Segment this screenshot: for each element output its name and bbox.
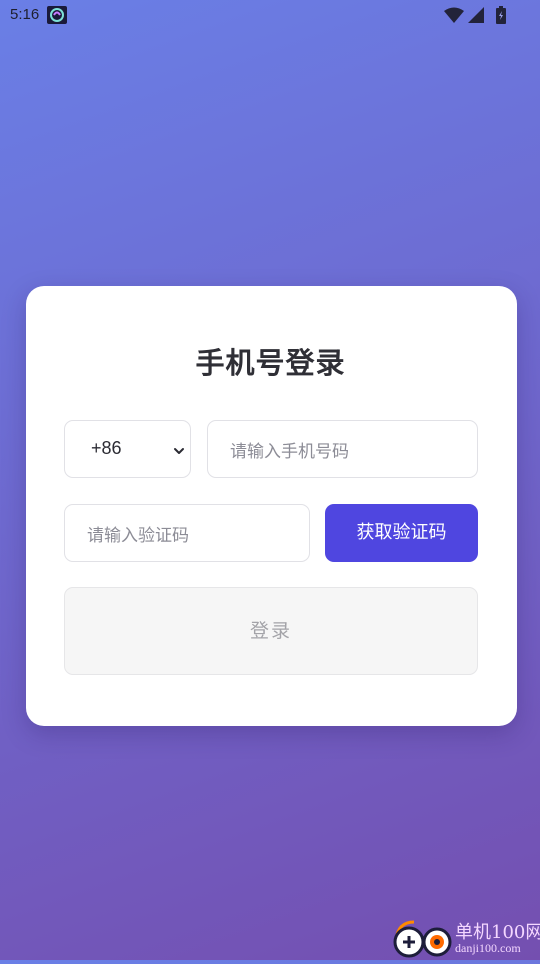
get-code-button[interactable]: 获取验证码	[325, 504, 478, 562]
verification-code-input[interactable]: 请输入验证码	[64, 504, 310, 562]
wifi-icon	[444, 7, 464, 23]
chevron-down-icon	[172, 443, 186, 457]
page-title: 手机号登录	[195, 346, 346, 380]
country-code-value: +86	[91, 438, 122, 458]
watermark: 单机100网 danji100.com	[392, 916, 540, 960]
country-code-select[interactable]: +86	[64, 420, 191, 478]
app-notification-icon	[47, 6, 67, 24]
battery-icon	[496, 6, 506, 24]
code-placeholder: 请输入验证码	[87, 526, 189, 546]
watermark-url: danji100.com	[455, 941, 521, 955]
watermark-logo-icon	[392, 918, 454, 960]
phone-input[interactable]: 请输入手机号码	[207, 420, 478, 478]
phone-placeholder: 请输入手机号码	[230, 442, 349, 462]
status-time: 5:16	[10, 6, 40, 23]
status-bar: 5:16	[0, 0, 540, 30]
login-button[interactable]: 登录	[64, 587, 478, 675]
cell-signal-icon	[468, 7, 484, 23]
